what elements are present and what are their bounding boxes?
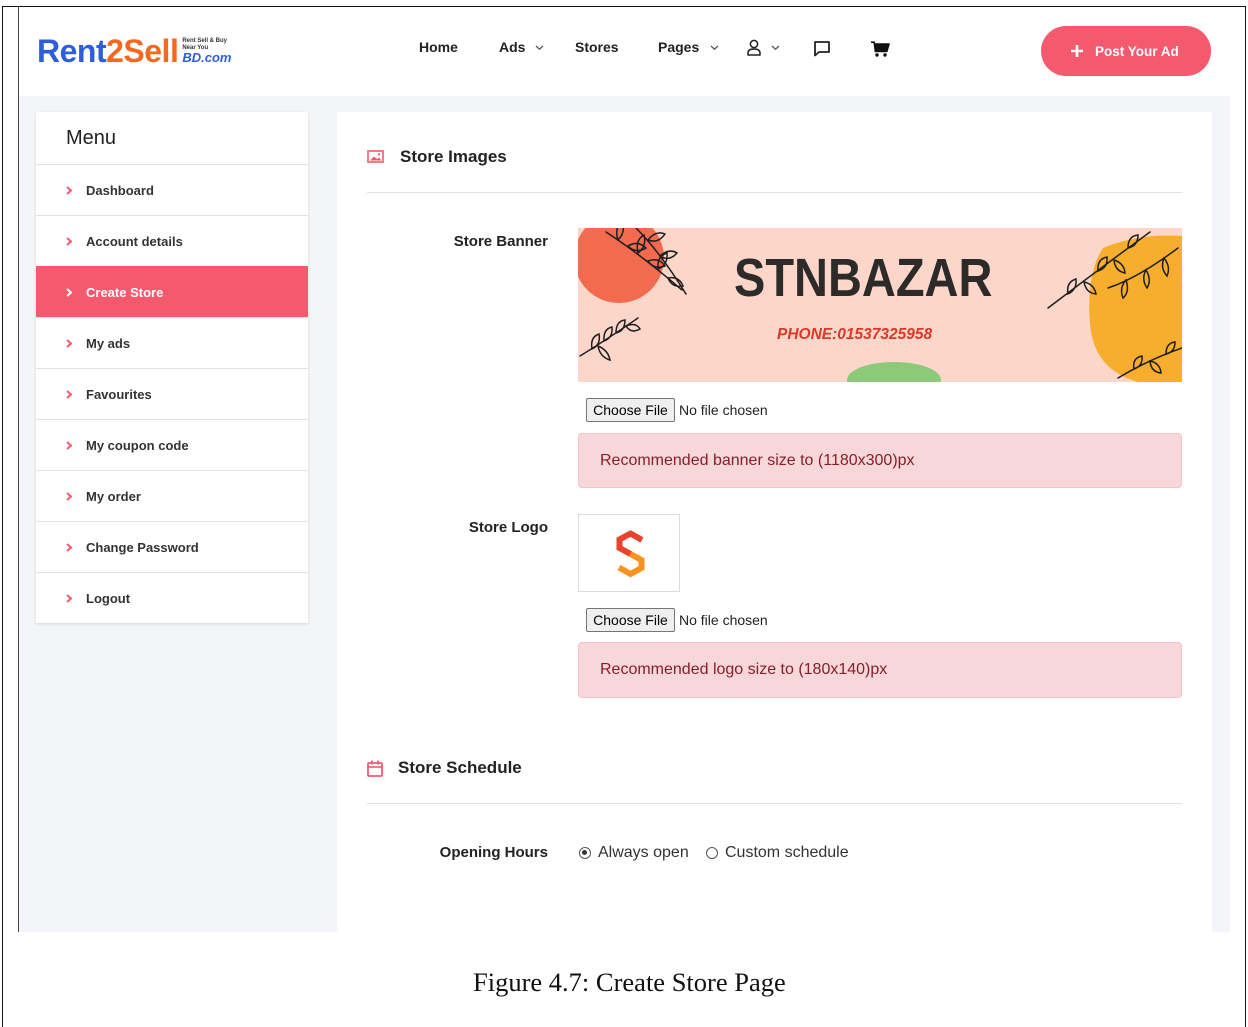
banner-file-status: No file chosen: [679, 402, 768, 418]
sidebar-title: Menu: [66, 126, 117, 149]
store-logo-label: Store Logo: [468, 519, 548, 536]
sidebar-item-label: Change Password: [86, 539, 199, 555]
nav-ads[interactable]: Ads: [499, 37, 525, 57]
banner-size-hint: Recommended banner size to (1180x300)px: [578, 433, 1182, 488]
sidebar-item-label: My order: [86, 488, 141, 504]
sidebar-item-my-coupon-code[interactable]: My coupon code: [36, 419, 308, 470]
chevron-right-icon: [66, 287, 72, 297]
sidebar-item-label: My coupon code: [86, 437, 189, 453]
opening-hours-label: Opening Hours: [439, 844, 548, 861]
logo-size-hint: Recommended logo size to (180x140)px: [578, 642, 1182, 698]
screenshot: Rent 2Sell Rent Sell & Buy Near You BD.c…: [18, 7, 1230, 932]
section-divider: [367, 192, 1182, 193]
sidebar-item-create-store[interactable]: Create Store: [36, 266, 308, 317]
cart-icon[interactable]: [871, 41, 890, 57]
logo-text-part1: Rent: [37, 33, 107, 69]
sidebar-menu: Menu Dashboard Account details Create St…: [36, 112, 308, 623]
radio-label: Custom schedule: [725, 844, 849, 861]
chevron-right-icon: [66, 491, 72, 501]
site-header: Rent 2Sell Rent Sell & Buy Near You BD.c…: [19, 7, 1230, 96]
sidebar-item-dashboard[interactable]: Dashboard: [36, 164, 308, 215]
banner-phone-text: PHONE:01537325958: [777, 326, 933, 343]
store-banner-image: STNBAZAR PHONE:01537325958: [578, 228, 1182, 382]
section-title-store-schedule: Store Schedule: [398, 758, 522, 777]
sidebar-item-label: Account details: [86, 233, 183, 249]
chat-icon[interactable]: [813, 40, 831, 57]
radio-label: Always open: [598, 844, 689, 861]
sidebar-item-label: Create Store: [86, 284, 164, 300]
plus-icon: [1071, 45, 1083, 57]
chevron-down-icon[interactable]: [535, 45, 544, 50]
sidebar-item-logout[interactable]: Logout: [36, 572, 308, 623]
chevron-right-icon: [66, 593, 72, 603]
sidebar-item-label: My ads: [86, 335, 131, 351]
logo-file-status: No file chosen: [679, 612, 768, 628]
user-icon[interactable]: [747, 39, 761, 56]
sidebar-item-label: Dashboard: [86, 182, 154, 198]
store-logo-mark: [616, 530, 645, 578]
sidebar-item-my-order[interactable]: My order: [36, 470, 308, 521]
site-logo[interactable]: Rent 2Sell Rent Sell & Buy Near You BD.c…: [37, 35, 231, 67]
sidebar-item-my-ads[interactable]: My ads: [36, 317, 308, 368]
chevron-right-icon: [66, 236, 72, 246]
radio-custom-schedule[interactable]: Custom schedule: [706, 843, 849, 863]
store-banner-label: Store Banner: [453, 233, 548, 250]
logo-tagline: Rent Sell & Buy Near You BD.com: [182, 38, 231, 64]
chevron-right-icon: [66, 440, 72, 450]
image-icon: [367, 150, 384, 163]
nav-pages[interactable]: Pages: [658, 37, 699, 57]
chevron-right-icon: [66, 338, 72, 348]
banner-title-text: STNBAZAR: [734, 248, 993, 308]
chevron-down-icon[interactable]: [710, 45, 719, 50]
banner-file-input[interactable]: Choose File No file chosen: [586, 398, 768, 422]
logo-choose-file-button[interactable]: Choose File: [586, 608, 675, 632]
section-divider: [367, 803, 1182, 804]
logo-domain: BD.com: [182, 50, 232, 65]
sidebar-item-change-password[interactable]: Change Password: [36, 521, 308, 572]
sidebar-item-favourites[interactable]: Favourites: [36, 368, 308, 419]
chevron-right-icon: [66, 185, 72, 195]
post-ad-button[interactable]: Post Your Ad: [1041, 26, 1211, 76]
post-ad-label: Post Your Ad: [1095, 43, 1179, 59]
radio-always-open[interactable]: Always open: [579, 843, 689, 863]
chevron-down-icon[interactable]: [771, 45, 780, 50]
banner-choose-file-button[interactable]: Choose File: [586, 398, 675, 422]
section-title-store-images: Store Images: [400, 147, 507, 166]
chevron-right-icon: [66, 542, 72, 552]
chevron-right-icon: [66, 389, 72, 399]
figure-caption: Figure 4.7: Create Store Page: [473, 967, 786, 997]
radio-button[interactable]: [706, 847, 718, 859]
store-logo-image: [578, 514, 680, 592]
logo-file-input[interactable]: Choose File No file chosen: [586, 608, 768, 632]
radio-button[interactable]: [579, 847, 591, 859]
nav-stores[interactable]: Stores: [575, 37, 619, 57]
logo-text-part2: 2Sell: [106, 33, 179, 69]
sidebar-item-label: Logout: [86, 590, 131, 606]
create-store-form: Store Images Store Banner STNBAZAR PHONE…: [337, 112, 1212, 932]
sidebar-item-label: Favourites: [86, 386, 152, 402]
calendar-icon: [367, 760, 383, 777]
sidebar-item-account-details[interactable]: Account details: [36, 215, 308, 266]
nav-home[interactable]: Home: [419, 37, 458, 57]
